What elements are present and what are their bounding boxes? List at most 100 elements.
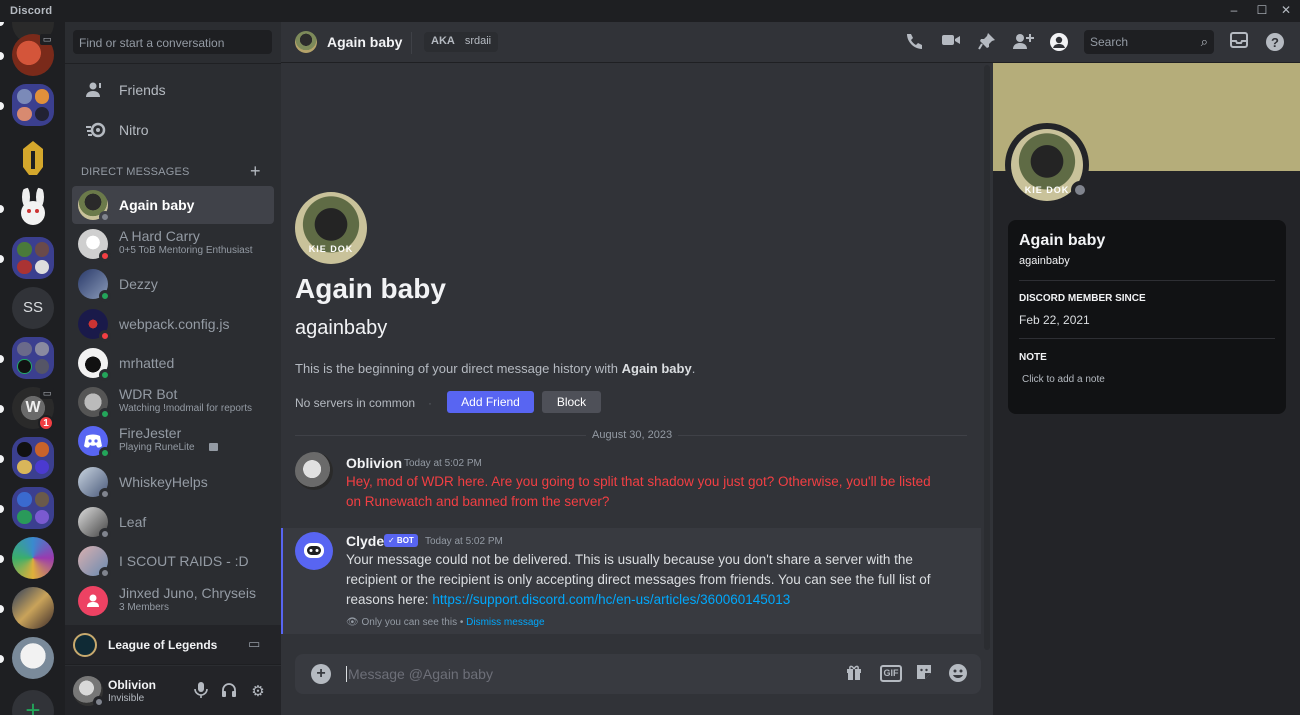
ephemeral-note: 👁 Only you can see this • Dismiss messag… [346, 617, 545, 628]
server-ss[interactable]: SS [12, 287, 54, 329]
chat-title[interactable]: Again baby [327, 34, 402, 50]
server-folder-2[interactable] [12, 237, 54, 279]
unread-indicator [0, 605, 4, 613]
nav-friends[interactable]: Friends [73, 72, 273, 108]
mutual-servers: No servers in common [295, 396, 416, 410]
add-member-icon[interactable] [1012, 32, 1034, 52]
search-input[interactable]: Search ⌕ [1084, 30, 1214, 54]
stream-icon: ▭ [40, 34, 54, 45]
dm-item-leaf[interactable]: Leaf [72, 503, 274, 541]
dm-activity: Watching !modmail for reports [119, 403, 253, 414]
message-composer[interactable]: + Message @Again baby GIF [295, 654, 981, 694]
server-folder-4[interactable] [12, 437, 54, 479]
dm-item-i-scout-raids[interactable]: I SCOUT RAIDS - :D [72, 542, 274, 580]
profile-avatar[interactable]: KIE DOK [1005, 123, 1089, 207]
message-author[interactable]: Oblivion [346, 455, 402, 471]
headphones-icon[interactable] [219, 682, 239, 700]
dm-item-group-jinxed-juno[interactable]: Jinxed Juno, Chryseis 3 Members [72, 582, 274, 620]
note-input[interactable]: Click to add a note [1022, 374, 1105, 385]
separator-dot: · [428, 396, 432, 410]
activity-bar[interactable]: League of Legends ▭ [65, 625, 281, 665]
nav-nitro[interactable]: Nitro [73, 112, 273, 148]
screen-share-icon[interactable]: ▭ [248, 636, 266, 652]
intro-prefix: This is the beginning of your direct mes… [295, 361, 622, 376]
minimize-button[interactable]: – [1220, 0, 1248, 22]
dismiss-message-link[interactable]: Dismiss message [466, 617, 544, 628]
intro-suffix: . [691, 361, 696, 376]
server-folder-5[interactable] [12, 487, 54, 529]
unread-indicator [0, 52, 4, 60]
status-offline [1071, 181, 1089, 199]
close-button[interactable]: ✕ [1272, 0, 1300, 22]
find-conversation-button[interactable]: Find or start a conversation [73, 30, 272, 54]
group-icon [87, 594, 99, 607]
avatar[interactable] [295, 452, 333, 490]
unread-indicator [0, 405, 4, 413]
rich-presence-icon [209, 443, 218, 451]
dm-item-webpack[interactable]: webpack.config.js [72, 305, 274, 343]
status-dnd [99, 330, 111, 342]
message-input[interactable]: Message @Again baby [346, 666, 493, 682]
status-invisible [93, 696, 105, 708]
user-profile-icon[interactable] [1048, 32, 1070, 52]
nav-friends-label: Friends [119, 82, 166, 98]
add-friend-button[interactable]: Add Friend [447, 391, 534, 413]
server-colorful[interactable] [12, 537, 54, 579]
dm-item-again-baby[interactable]: Again baby [72, 186, 274, 224]
call-icon[interactable] [903, 32, 925, 52]
gift-icon[interactable] [843, 663, 865, 685]
status-offline [99, 528, 111, 540]
member-since-date: Feb 22, 2021 [1019, 313, 1090, 327]
help-icon[interactable]: ? [1264, 32, 1286, 52]
dm-custom-status: 0+5 ToB Mentoring Enthusiast [119, 245, 253, 256]
unread-indicator [0, 455, 4, 463]
avatar [295, 31, 317, 53]
server-rail: ▭ SS W ▭ 1 + [0, 22, 65, 715]
server-folder-3[interactable] [12, 337, 54, 379]
dm-item-whiskeyhelps[interactable]: WhiskeyHelps [72, 463, 274, 501]
microphone-icon[interactable] [191, 682, 211, 700]
search-placeholder: Search [1090, 35, 1129, 49]
chat-header: Again baby AKA srdaii Search ⌕ ? [281, 22, 1300, 63]
sticker-icon[interactable] [913, 663, 935, 685]
aka-label: AKA [431, 35, 455, 47]
upload-button[interactable]: + [311, 664, 331, 684]
dm-item-dezzy[interactable]: Dezzy [72, 265, 274, 303]
divider [65, 63, 281, 64]
dm-item-firejester[interactable]: FireJester Playing RuneLite [72, 422, 274, 460]
message-author[interactable]: Clyde [346, 533, 384, 549]
bot-badge: ✓ BOT [384, 534, 418, 547]
status-dnd [99, 250, 111, 262]
add-server-button[interactable]: + [12, 690, 54, 715]
block-button[interactable]: Block [542, 391, 601, 413]
server-folder-1[interactable] [12, 84, 54, 126]
profile-avatar-large: KIE DOK [295, 192, 367, 264]
video-icon[interactable] [940, 32, 962, 52]
server-bird[interactable] [12, 637, 54, 679]
league-of-legends-icon [73, 633, 97, 657]
clyde-avatar[interactable] [295, 532, 333, 570]
dm-item-mrhatted[interactable]: mrhatted [72, 344, 274, 382]
dm-item-a-hard-carry[interactable]: A Hard Carry 0+5 ToB Mentoring Enthusias… [72, 225, 274, 263]
inbox-icon[interactable] [1228, 32, 1250, 52]
server-bunny[interactable] [12, 187, 54, 229]
pin-icon[interactable] [976, 32, 998, 52]
emoji-icon[interactable] [947, 663, 969, 685]
dm-name: A Hard Carry [119, 228, 200, 244]
dm-name: Jinxed Juno, Chryseis [119, 585, 256, 601]
gear-icon[interactable]: ⚙ [248, 682, 268, 700]
support-link[interactable]: https://support.discord.com/hc/en-us/art… [432, 592, 790, 607]
server-art[interactable] [12, 587, 54, 629]
server-helmet[interactable] [12, 137, 54, 179]
scrollbar[interactable] [984, 65, 990, 650]
create-dm-button[interactable]: + [250, 161, 261, 182]
gif-button[interactable]: GIF [880, 665, 902, 682]
dm-item-wdr-bot[interactable]: WDR Bot Watching !modmail for reports [72, 383, 274, 421]
user-panel: Oblivion Invisible ⚙ [65, 666, 281, 715]
user-profile-panel: KIE DOK Again baby againbaby DISCORD MEM… [993, 63, 1300, 715]
note-label: NOTE [1019, 352, 1047, 363]
divider [411, 32, 412, 54]
message-content: Hey, mod of WDR here. Are you going to s… [346, 474, 931, 509]
profile-card: Again baby againbaby DISCORD MEMBER SINC… [1008, 220, 1286, 414]
unread-indicator [0, 102, 4, 110]
